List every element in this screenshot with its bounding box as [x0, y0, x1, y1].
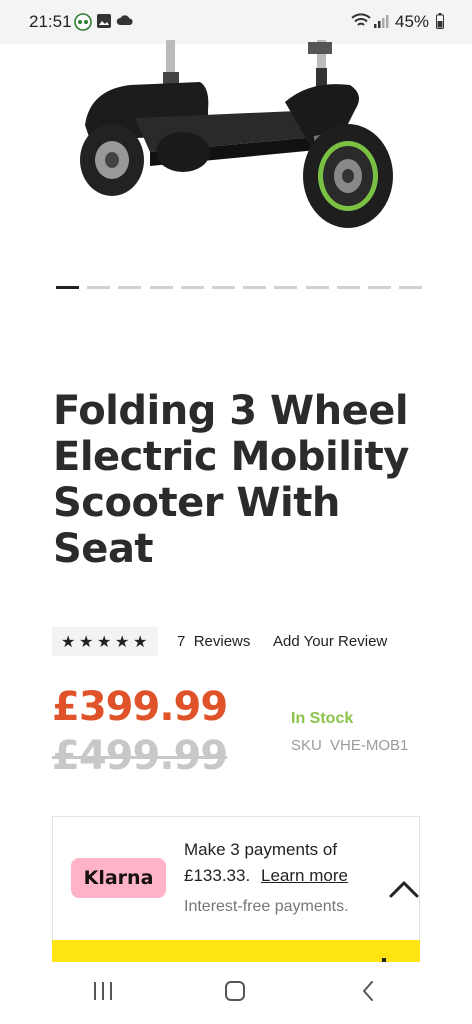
chevron-up-icon [389, 881, 419, 898]
product-title: Folding 3 Wheel Electric Mobility Scoote… [53, 388, 409, 572]
carousel-dot[interactable] [274, 286, 298, 289]
star-icon: ★ [115, 634, 130, 651]
product-image[interactable] [70, 40, 410, 240]
gallery-icon [96, 13, 112, 34]
status-bar: 21:51 45% [0, 0, 472, 44]
status-time: 21:51 [29, 12, 72, 31]
carousel-dot[interactable] [305, 286, 329, 289]
learn-more-link[interactable]: Learn more [261, 866, 348, 886]
klarna-logo: Klarna [71, 858, 166, 898]
old-price: £499.99 [52, 733, 228, 779]
signal-icon [373, 13, 389, 34]
scroll-to-top-button[interactable] [385, 870, 423, 908]
home-icon[interactable] [223, 979, 247, 1008]
carousel-dot[interactable] [243, 286, 267, 289]
current-price: £399.99 [52, 684, 228, 730]
carousel-dot[interactable] [118, 286, 142, 289]
star-icon: ★ [79, 634, 94, 651]
wifi-icon [351, 13, 371, 34]
yellow-banner [52, 940, 420, 962]
carousel-dot[interactable] [56, 286, 79, 289]
reviews-link[interactable]: 7 Reviews [177, 633, 250, 650]
klarna-amount: £133.33. [184, 866, 251, 885]
carousel-dot[interactable] [368, 286, 391, 289]
carousel-dot[interactable] [180, 286, 204, 289]
review-count: 7 [177, 633, 186, 650]
sku-label: SKU [291, 737, 322, 754]
reviews-label: Reviews [193, 633, 251, 650]
image-carousel-indicator[interactable] [56, 286, 423, 290]
carousel-dot[interactable] [212, 286, 235, 289]
carousel-dot[interactable] [336, 286, 360, 289]
star-rating[interactable]: ★ ★ ★ ★ ★ [52, 627, 158, 656]
carousel-dot[interactable] [149, 286, 173, 289]
battery-icon [436, 13, 444, 34]
carousel-dot[interactable] [399, 286, 423, 289]
klarna-payments-text: Make 3 payments of [184, 840, 338, 859]
eye-notification-icon [74, 13, 92, 36]
klarna-interest-free-text: Interest-free payments. [184, 898, 349, 915]
star-icon: ★ [61, 634, 76, 651]
add-review-link[interactable]: Add Your Review [273, 633, 387, 650]
cloud-icon [116, 13, 134, 32]
sku-value: VHE-MOB1 [330, 737, 409, 754]
carousel-dot[interactable] [87, 286, 111, 289]
battery-percent: 45% [395, 12, 430, 31]
back-icon[interactable] [357, 979, 381, 1008]
star-icon: ★ [133, 634, 148, 651]
system-nav-bar [0, 962, 472, 1024]
stock-status: In Stock [291, 710, 354, 727]
recent-apps-icon[interactable] [91, 979, 115, 1008]
star-icon: ★ [97, 634, 112, 651]
